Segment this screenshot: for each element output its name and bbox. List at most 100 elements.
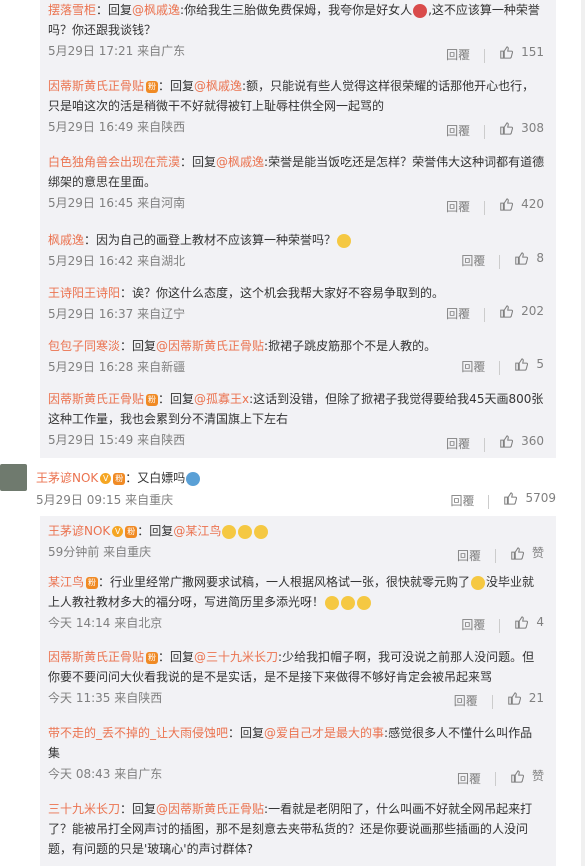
like-count: 360 (521, 434, 544, 448)
thumbs-up-icon (511, 546, 524, 560)
fan-badge-icon: 粉 (125, 525, 138, 538)
thumbs-up-icon (500, 122, 514, 135)
fan-badge-icon: 粉 (146, 80, 159, 93)
verified-badge-icon: V (112, 526, 124, 537)
like-count: 赞 (531, 546, 544, 560)
reply-username[interactable]: 枫戚逸 (48, 233, 84, 247)
list-item: 因蒂斯黄氏正骨贴粉：回复@三十九米长刀:少给我扣帽子啊，我可没说之前那人没问题。… (40, 645, 556, 721)
divider (484, 437, 486, 452)
reply-username[interactable]: 白色独角兽会出现在荒漠 (48, 155, 180, 169)
mention-link[interactable]: @爱自己才是最大的事 (264, 726, 384, 740)
reply-text: :一看就是老阴阳了，什么叫画不好就全网吊起来打 (264, 802, 533, 816)
list-item: 摆落雪柜：回复@枫戚逸:你给我生三胎做免费保姆，我夸你是好女人 ,这不应该算一种荣… (40, 0, 556, 76)
like-count: 5709 (525, 491, 556, 505)
like-count: 4 (536, 615, 544, 629)
reply-button[interactable]: 回覆 (446, 122, 470, 139)
fan-badge-icon: 粉 (146, 651, 159, 664)
reply-username[interactable]: 包包子同寒淡 (48, 339, 120, 353)
mention-link[interactable]: @因蒂斯黄氏正骨贴 (156, 339, 264, 353)
like-button[interactable]: 360 (499, 434, 544, 448)
reply-button[interactable]: 回覆 (454, 692, 478, 709)
like-button[interactable]: 赞 (510, 544, 544, 561)
reply-button[interactable]: 回覆 (450, 492, 474, 509)
mention-link[interactable]: @某江鸟 (173, 524, 221, 538)
comment-meta: 5月29日 09:15 来自重庆 (36, 493, 174, 507)
reply-username[interactable]: 因蒂斯黄氏正骨贴 (48, 392, 144, 406)
like-button[interactable]: 202 (499, 304, 544, 318)
reply-button[interactable]: 回覆 (457, 547, 481, 564)
emoji-icon (357, 595, 372, 610)
thumbs-up-icon (500, 198, 514, 211)
like-button[interactable]: 420 (499, 197, 544, 211)
reply-button[interactable]: 回覆 (461, 616, 485, 633)
reply-text: ：诶？你这什么态度，这个机会我帮大家好不容易争取到的。 (120, 286, 445, 300)
like-count: 5 (536, 357, 544, 371)
emoji-icon (341, 595, 356, 610)
reply-username[interactable]: 因蒂斯黄氏正骨贴 (48, 79, 144, 93)
reply-text: ：行业里经常广撒网要求试稿，一人根据风格试一张，很快就零元购了 (98, 575, 471, 589)
list-item: 因蒂斯黄氏正骨贴粉：回复@孤寡王x:这话到没错，但除了掀裙子我觉得要给我45天画… (40, 387, 556, 465)
reply-actions: 回覆 赞 (457, 767, 544, 787)
reply-button[interactable]: 回覆 (446, 435, 470, 452)
thumbs-up-icon (504, 492, 518, 505)
like-button[interactable]: 5 (514, 357, 544, 371)
emoji-icon (471, 575, 486, 590)
reply-text: ：因为自己的画登上教材不应该算一种荣誉吗？ (84, 233, 337, 247)
mention-link[interactable]: @三十九米长刀 (194, 650, 278, 664)
thumbs-up-icon (515, 616, 529, 629)
list-item: 三十九米长刀：回复@因蒂斯黄氏正骨贴:一看就是老阴阳了，什么叫画不好就全网吊起来… (40, 797, 556, 866)
reply-username[interactable]: 三十九米长刀 (48, 802, 120, 816)
reply-username[interactable]: 摆落雪柜 (48, 3, 96, 17)
reply-username[interactable]: 带不走的_丢不掉的_让大雨侵蚀吧 (48, 726, 228, 740)
like-button[interactable]: 308 (499, 121, 544, 135)
thumbs-up-icon (500, 46, 514, 59)
reply-actions: 回覆 5 (461, 357, 544, 375)
reply-button[interactable]: 回覆 (457, 770, 481, 787)
reply-text: :这话到没错，但除了掀裙子我觉得要给我45天画800张 (249, 392, 544, 406)
reply-actions: 回覆 360 (446, 434, 544, 452)
like-button[interactable]: 5709 (503, 491, 556, 505)
reply-username[interactable]: 王茅谚NOK (48, 524, 110, 538)
reply-username[interactable]: 某江鸟 (48, 575, 84, 589)
reply-button[interactable]: 回覆 (446, 198, 470, 215)
comment-text: ：又白嫖吗 (125, 471, 186, 485)
divider (488, 494, 490, 509)
like-button[interactable]: 21 (507, 691, 544, 705)
like-button[interactable]: 赞 (510, 767, 544, 784)
reply-actions: 回覆 420 (446, 197, 544, 215)
list-item: 包包子同寒淡：回复@因蒂斯黄氏正骨贴:掀裙子跳皮筋那个不是人教的。 5月29日 … (40, 334, 556, 387)
mention-link[interactable]: @枫戚逸 (194, 79, 242, 93)
comment-item: 王茅谚NOK V 粉：又白嫖吗 5月29日 09:15 来自重庆 回覆 5709 (0, 462, 585, 510)
mention-link[interactable]: @因蒂斯黄氏正骨贴 (156, 802, 264, 816)
like-button[interactable]: 4 (514, 615, 544, 629)
reply-text: ,这不应该算一种荣誉 (428, 3, 540, 17)
mention-link[interactable]: @孤寡王x (194, 392, 249, 406)
mention-link[interactable]: @枫戚逸 (132, 3, 180, 17)
thumbs-up-icon (515, 252, 529, 265)
reply-button[interactable]: 回覆 (461, 358, 485, 375)
like-button[interactable]: 151 (499, 45, 544, 59)
reply-button[interactable]: 回覆 (446, 305, 470, 322)
reply-text: 题，有问题的只是'玻璃心'的声讨群体? (48, 842, 253, 856)
reply-button[interactable]: 回覆 (461, 252, 485, 269)
emoji-icon (186, 471, 201, 486)
reply-actions: 回覆 21 (454, 691, 544, 709)
divider (484, 200, 486, 215)
reply-text: :你给我生三胎做免费保姆，我夸你是好女人 (180, 3, 413, 17)
avatar[interactable] (0, 464, 27, 491)
reply-username[interactable]: 王诗阳王诗阳 (48, 286, 120, 300)
divider (499, 254, 501, 269)
reply-word: ：回复 (120, 339, 157, 353)
divider (484, 48, 486, 63)
reply-text: 上人教社教材多大的福分呀，写进简历里多添光呀！ (48, 595, 325, 609)
reply-username[interactable]: 因蒂斯黄氏正骨贴 (48, 650, 144, 664)
reply-text: :掀裙子跳皮筋那个不是人教的。 (264, 339, 437, 353)
emoji-icon (413, 3, 428, 18)
reply-button[interactable]: 回覆 (446, 46, 470, 63)
reply-word: ：回复 (96, 3, 133, 17)
scrollbar[interactable] (581, 0, 585, 866)
like-button[interactable]: 8 (514, 251, 544, 265)
divider (499, 618, 501, 633)
comment-username[interactable]: 王茅谚NOK (36, 471, 98, 485)
mention-link[interactable]: @枫戚逸 (216, 155, 264, 169)
